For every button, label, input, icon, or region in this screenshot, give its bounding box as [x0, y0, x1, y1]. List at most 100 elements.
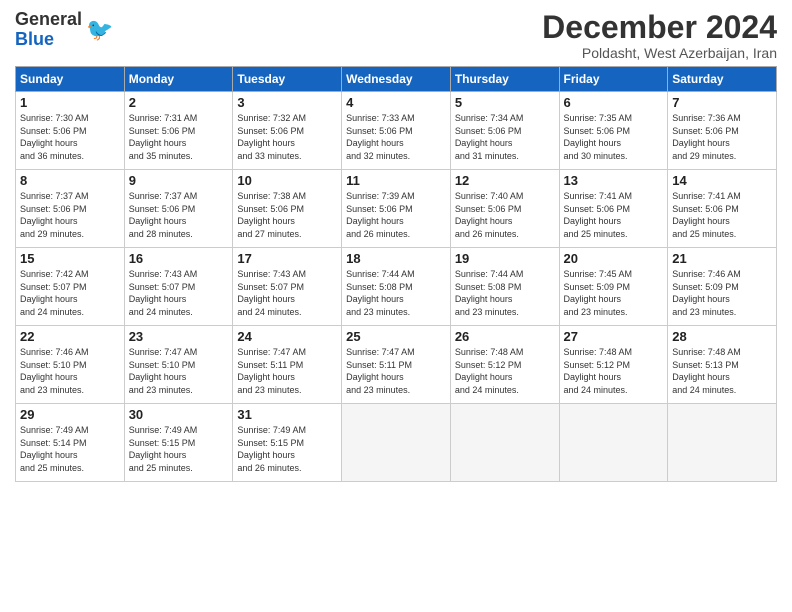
col-monday: Monday — [124, 67, 233, 92]
day-info: Sunrise: 7:41 AMSunset: 5:06 PMDaylight … — [672, 191, 741, 239]
day-info: Sunrise: 7:36 AMSunset: 5:06 PMDaylight … — [672, 113, 741, 161]
logo-general: General — [15, 9, 82, 29]
calendar-cell: 10 Sunrise: 7:38 AMSunset: 5:06 PMDaylig… — [233, 170, 342, 248]
day-number: 1 — [20, 95, 120, 110]
calendar-cell: 23 Sunrise: 7:47 AMSunset: 5:10 PMDaylig… — [124, 326, 233, 404]
calendar-week-2: 8 Sunrise: 7:37 AMSunset: 5:06 PMDayligh… — [16, 170, 777, 248]
calendar-cell: 2 Sunrise: 7:31 AMSunset: 5:06 PMDayligh… — [124, 92, 233, 170]
day-number: 8 — [20, 173, 120, 188]
calendar-cell: 31 Sunrise: 7:49 AMSunset: 5:15 PMDaylig… — [233, 404, 342, 482]
day-info: Sunrise: 7:46 AMSunset: 5:10 PMDaylight … — [20, 347, 89, 395]
day-info: Sunrise: 7:37 AMSunset: 5:06 PMDaylight … — [20, 191, 89, 239]
calendar-cell: 22 Sunrise: 7:46 AMSunset: 5:10 PMDaylig… — [16, 326, 125, 404]
day-info: Sunrise: 7:43 AMSunset: 5:07 PMDaylight … — [129, 269, 198, 317]
day-number: 7 — [672, 95, 772, 110]
calendar-cell — [450, 404, 559, 482]
main-container: General Blue 🐦 December 2024 Poldasht, W… — [0, 0, 792, 487]
calendar-cell: 3 Sunrise: 7:32 AMSunset: 5:06 PMDayligh… — [233, 92, 342, 170]
day-info: Sunrise: 7:30 AMSunset: 5:06 PMDaylight … — [20, 113, 89, 161]
day-number: 20 — [564, 251, 664, 266]
calendar-cell: 8 Sunrise: 7:37 AMSunset: 5:06 PMDayligh… — [16, 170, 125, 248]
calendar-cell: 15 Sunrise: 7:42 AMSunset: 5:07 PMDaylig… — [16, 248, 125, 326]
calendar-cell: 24 Sunrise: 7:47 AMSunset: 5:11 PMDaylig… — [233, 326, 342, 404]
calendar-cell: 18 Sunrise: 7:44 AMSunset: 5:08 PMDaylig… — [342, 248, 451, 326]
day-number: 6 — [564, 95, 664, 110]
day-info: Sunrise: 7:49 AMSunset: 5:14 PMDaylight … — [20, 425, 89, 473]
day-number: 13 — [564, 173, 664, 188]
day-number: 31 — [237, 407, 337, 422]
calendar-cell: 1 Sunrise: 7:30 AMSunset: 5:06 PMDayligh… — [16, 92, 125, 170]
col-wednesday: Wednesday — [342, 67, 451, 92]
day-info: Sunrise: 7:46 AMSunset: 5:09 PMDaylight … — [672, 269, 741, 317]
calendar-cell: 16 Sunrise: 7:43 AMSunset: 5:07 PMDaylig… — [124, 248, 233, 326]
calendar-cell: 17 Sunrise: 7:43 AMSunset: 5:07 PMDaylig… — [233, 248, 342, 326]
calendar-cell — [559, 404, 668, 482]
day-info: Sunrise: 7:37 AMSunset: 5:06 PMDaylight … — [129, 191, 198, 239]
calendar-table: Sunday Monday Tuesday Wednesday Thursday… — [15, 66, 777, 482]
day-info: Sunrise: 7:35 AMSunset: 5:06 PMDaylight … — [564, 113, 633, 161]
logo-bird-icon: 🐦 — [86, 17, 113, 43]
day-number: 30 — [129, 407, 229, 422]
calendar-cell — [668, 404, 777, 482]
calendar-cell: 7 Sunrise: 7:36 AMSunset: 5:06 PMDayligh… — [668, 92, 777, 170]
day-info: Sunrise: 7:49 AMSunset: 5:15 PMDaylight … — [129, 425, 198, 473]
col-tuesday: Tuesday — [233, 67, 342, 92]
calendar-cell: 12 Sunrise: 7:40 AMSunset: 5:06 PMDaylig… — [450, 170, 559, 248]
day-info: Sunrise: 7:42 AMSunset: 5:07 PMDaylight … — [20, 269, 89, 317]
day-info: Sunrise: 7:47 AMSunset: 5:10 PMDaylight … — [129, 347, 198, 395]
calendar-cell: 28 Sunrise: 7:48 AMSunset: 5:13 PMDaylig… — [668, 326, 777, 404]
calendar-cell — [342, 404, 451, 482]
header: General Blue 🐦 December 2024 Poldasht, W… — [15, 10, 777, 61]
day-number: 4 — [346, 95, 446, 110]
day-info: Sunrise: 7:45 AMSunset: 5:09 PMDaylight … — [564, 269, 633, 317]
calendar-week-4: 22 Sunrise: 7:46 AMSunset: 5:10 PMDaylig… — [16, 326, 777, 404]
calendar-cell: 13 Sunrise: 7:41 AMSunset: 5:06 PMDaylig… — [559, 170, 668, 248]
day-number: 19 — [455, 251, 555, 266]
calendar-week-3: 15 Sunrise: 7:42 AMSunset: 5:07 PMDaylig… — [16, 248, 777, 326]
day-info: Sunrise: 7:48 AMSunset: 5:12 PMDaylight … — [455, 347, 524, 395]
calendar-cell: 20 Sunrise: 7:45 AMSunset: 5:09 PMDaylig… — [559, 248, 668, 326]
day-number: 12 — [455, 173, 555, 188]
day-info: Sunrise: 7:44 AMSunset: 5:08 PMDaylight … — [455, 269, 524, 317]
col-friday: Friday — [559, 67, 668, 92]
day-number: 25 — [346, 329, 446, 344]
col-saturday: Saturday — [668, 67, 777, 92]
day-info: Sunrise: 7:48 AMSunset: 5:13 PMDaylight … — [672, 347, 741, 395]
col-sunday: Sunday — [16, 67, 125, 92]
day-info: Sunrise: 7:41 AMSunset: 5:06 PMDaylight … — [564, 191, 633, 239]
calendar-cell: 19 Sunrise: 7:44 AMSunset: 5:08 PMDaylig… — [450, 248, 559, 326]
day-number: 5 — [455, 95, 555, 110]
calendar-cell: 29 Sunrise: 7:49 AMSunset: 5:14 PMDaylig… — [16, 404, 125, 482]
day-info: Sunrise: 7:33 AMSunset: 5:06 PMDaylight … — [346, 113, 415, 161]
day-info: Sunrise: 7:47 AMSunset: 5:11 PMDaylight … — [346, 347, 415, 395]
day-number: 28 — [672, 329, 772, 344]
calendar-cell: 4 Sunrise: 7:33 AMSunset: 5:06 PMDayligh… — [342, 92, 451, 170]
calendar-cell: 27 Sunrise: 7:48 AMSunset: 5:12 PMDaylig… — [559, 326, 668, 404]
day-info: Sunrise: 7:34 AMSunset: 5:06 PMDaylight … — [455, 113, 524, 161]
logo-blue: Blue — [15, 29, 54, 49]
calendar-cell: 14 Sunrise: 7:41 AMSunset: 5:06 PMDaylig… — [668, 170, 777, 248]
day-number: 17 — [237, 251, 337, 266]
day-number: 3 — [237, 95, 337, 110]
day-number: 16 — [129, 251, 229, 266]
day-number: 27 — [564, 329, 664, 344]
logo: General Blue 🐦 — [15, 10, 113, 50]
title-section: December 2024 Poldasht, West Azerbaijan,… — [542, 10, 777, 61]
day-info: Sunrise: 7:44 AMSunset: 5:08 PMDaylight … — [346, 269, 415, 317]
day-info: Sunrise: 7:40 AMSunset: 5:06 PMDaylight … — [455, 191, 524, 239]
day-info: Sunrise: 7:32 AMSunset: 5:06 PMDaylight … — [237, 113, 306, 161]
day-number: 26 — [455, 329, 555, 344]
month-title: December 2024 — [542, 10, 777, 45]
day-info: Sunrise: 7:39 AMSunset: 5:06 PMDaylight … — [346, 191, 415, 239]
day-number: 22 — [20, 329, 120, 344]
calendar-cell: 30 Sunrise: 7:49 AMSunset: 5:15 PMDaylig… — [124, 404, 233, 482]
calendar-cell: 9 Sunrise: 7:37 AMSunset: 5:06 PMDayligh… — [124, 170, 233, 248]
day-info: Sunrise: 7:47 AMSunset: 5:11 PMDaylight … — [237, 347, 306, 395]
col-thursday: Thursday — [450, 67, 559, 92]
day-number: 15 — [20, 251, 120, 266]
day-number: 21 — [672, 251, 772, 266]
day-info: Sunrise: 7:31 AMSunset: 5:06 PMDaylight … — [129, 113, 198, 161]
calendar-cell: 6 Sunrise: 7:35 AMSunset: 5:06 PMDayligh… — [559, 92, 668, 170]
day-number: 29 — [20, 407, 120, 422]
location-subtitle: Poldasht, West Azerbaijan, Iran — [542, 45, 777, 61]
